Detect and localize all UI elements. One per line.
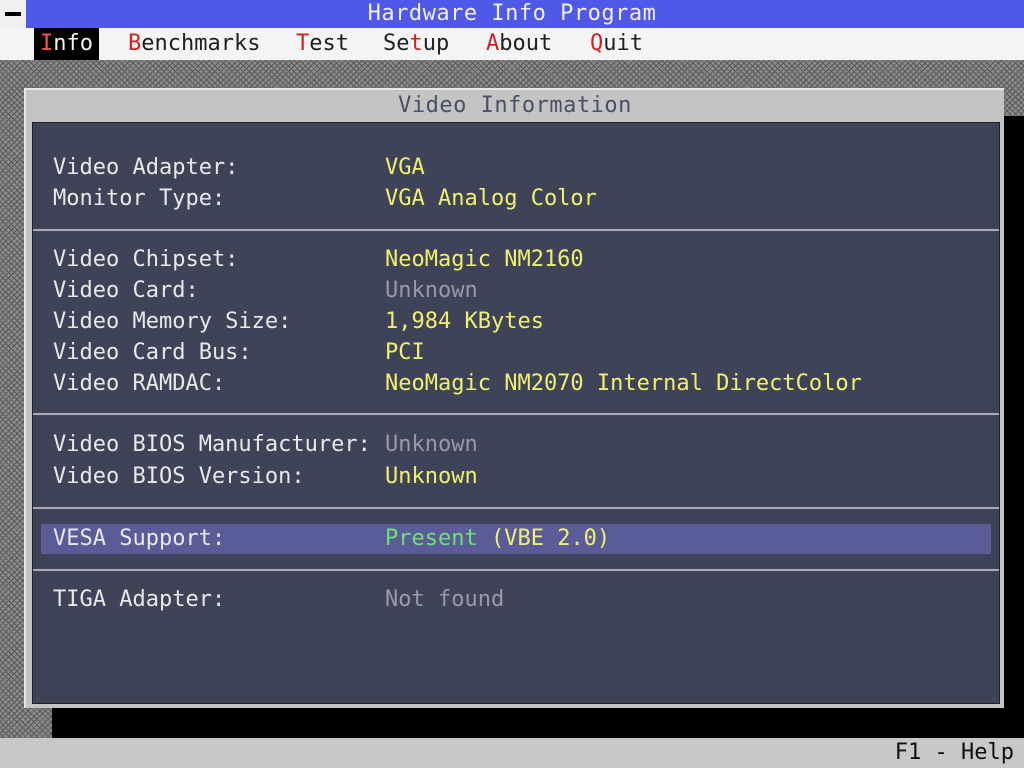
row-monitor-type: Monitor Type: VGA Analog Color — [53, 184, 597, 214]
value-video-ramdac: NeoMagic NM2070 Internal DirectColor — [385, 371, 862, 396]
menu-hotkey: B — [128, 31, 142, 56]
row-bios-manufacturer: Video BIOS Manufacturer: Unknown — [53, 430, 478, 460]
window-title: Video Information — [398, 93, 632, 118]
divider — [33, 413, 999, 415]
label-bios-manufacturer: Video BIOS Manufacturer: — [53, 432, 371, 457]
menu-item-test[interactable]: Test — [290, 28, 355, 60]
video-info-window: Video Information Video Adapter: VGA Mon… — [24, 88, 1004, 708]
row-bios-version: Video BIOS Version: Unknown — [53, 462, 478, 492]
label-video-card: Video Card: — [53, 278, 199, 303]
label-vesa-support: VESA Support: — [53, 526, 226, 551]
value-monitor-type: VGA Analog Color — [385, 186, 597, 211]
menu-label: nfo — [53, 31, 93, 56]
value-video-card: Unknown — [385, 278, 478, 303]
menu-label: uit — [603, 31, 643, 56]
label-bios-version: Video BIOS Version: — [53, 464, 305, 489]
label-monitor-type: Monitor Type: — [53, 186, 226, 211]
menu-item-info[interactable]: Info — [34, 28, 99, 60]
menu-hotkey: Q — [590, 31, 604, 56]
menu-item-quit[interactable]: Quit — [584, 28, 649, 60]
vesa-version: (VBE 2.0) — [490, 526, 611, 551]
menu-hotkey: t — [409, 31, 423, 56]
divider — [33, 569, 999, 571]
vesa-status: Present — [385, 526, 478, 551]
value-bios-version: Unknown — [385, 464, 478, 489]
value-vesa-support: Present (VBE 2.0) — [385, 524, 610, 554]
row-vesa-support[interactable]: VESA Support: Present (VBE 2.0) — [53, 524, 610, 554]
value-bios-manufacturer: Unknown — [385, 432, 478, 457]
system-menu-dash — [5, 12, 21, 16]
row-video-memory: Video Memory Size: 1,984 KBytes — [53, 307, 544, 337]
info-panel: Video Adapter: VGA Monitor Type: VGA Ana… — [32, 122, 1000, 704]
value-tiga-adapter: Not found — [385, 587, 505, 612]
divider — [33, 229, 999, 231]
value-video-adapter: VGA — [385, 155, 425, 180]
menu-hotkey: A — [486, 31, 500, 56]
app-title: Hardware Info Program — [367, 1, 657, 26]
menu-label: enchmarks — [141, 31, 261, 56]
row-video-ramdac: Video RAMDAC: NeoMagic NM2070 Internal D… — [53, 369, 862, 399]
window-shadow-right — [1004, 116, 1024, 738]
value-video-chipset: NeoMagic NM2160 — [385, 247, 584, 272]
menu-item-setup[interactable]: Setup — [377, 28, 455, 60]
label-tiga-adapter: TIGA Adapter: — [53, 587, 226, 612]
menu-label-prefix: Se — [383, 31, 410, 56]
title-bar: Hardware Info Program — [0, 0, 1024, 28]
menu-label: up — [422, 31, 450, 56]
menu-hotkey: I — [40, 31, 54, 56]
label-video-adapter: Video Adapter: — [53, 155, 239, 180]
row-video-bus: Video Card Bus: PCI — [53, 338, 425, 368]
row-tiga-adapter: TIGA Adapter: Not found — [53, 585, 504, 615]
system-menu-icon[interactable] — [0, 0, 26, 28]
menu-label: bout — [499, 31, 553, 56]
menu-hotkey: T — [296, 31, 310, 56]
row-video-adapter: Video Adapter: VGA — [53, 153, 425, 183]
row-video-chipset: Video Chipset: NeoMagic NM2160 — [53, 245, 584, 275]
menu-label: est — [309, 31, 349, 56]
menu-item-benchmarks[interactable]: Benchmarks — [122, 28, 266, 60]
label-video-chipset: Video Chipset: — [53, 247, 239, 272]
help-hint[interactable]: F1 - Help — [895, 738, 1014, 768]
row-video-card: Video Card: Unknown — [53, 276, 478, 306]
value-video-memory: 1,984 KBytes — [385, 309, 544, 334]
menu-item-about[interactable]: About — [480, 28, 558, 60]
label-video-bus: Video Card Bus: — [53, 340, 252, 365]
value-video-bus: PCI — [385, 340, 425, 365]
divider — [33, 507, 999, 509]
window-shadow-bottom — [52, 706, 1024, 738]
status-bar: F1 - Help — [0, 738, 1024, 768]
menu-bar: Info Benchmarks Test Setup About Quit — [0, 28, 1024, 60]
desktop: Hardware Info Program Info Benchmarks Te… — [0, 0, 1024, 768]
label-video-memory: Video Memory Size: — [53, 309, 292, 334]
label-video-ramdac: Video RAMDAC: — [53, 371, 226, 396]
